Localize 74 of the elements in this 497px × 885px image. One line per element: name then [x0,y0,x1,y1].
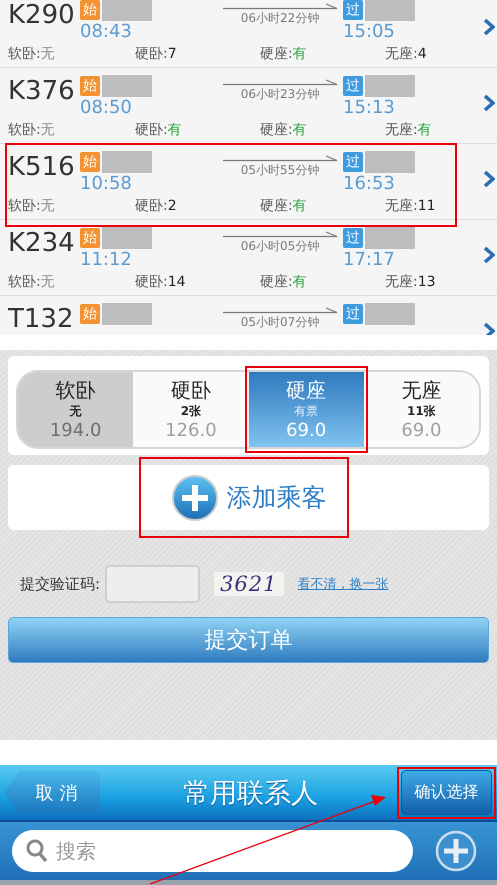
submit-order-button[interactable]: 提交订单 [8,617,489,663]
stop-badge: 过 [343,76,363,96]
travel-duration: 06小时22分钟 [240,10,320,26]
train-number: K376 [7,76,76,106]
search-icon [26,839,48,863]
arrival-time: 17:17 [343,248,396,272]
chevron-right-icon[interactable] [483,18,495,36]
plus-icon [170,474,218,522]
chevron-right-icon[interactable] [483,246,495,264]
seat-availability: 硬座:有 [260,121,308,140]
seat-availability: 硬座:有 [260,273,308,292]
seat-availability: 软卧:无 [8,45,56,64]
departure-time: 10:58 [80,172,133,196]
redacted-station [102,151,152,173]
seat-availability: 硬座:有 [260,45,308,64]
stop-badge: 过 [343,0,363,20]
origin-badge: 始 [80,304,100,324]
travel-duration: 06小时05分钟 [240,238,320,254]
origin-badge: 始 [80,0,100,20]
seat-class-option[interactable]: 无座 11张 69.0 [364,372,479,447]
captcha-input[interactable] [105,565,200,603]
add-contact-icon[interactable] [435,830,477,872]
seat-availability: 无座:有 [385,121,433,140]
departure-time: 08:43 [80,20,133,44]
arrival-time: 16:53 [343,172,396,196]
page-title: 常用联系人 [183,776,318,810]
seat-availability: 无座:4 [385,45,428,64]
seat-availability: 无座:13 [385,273,437,292]
confirm-selection-button[interactable]: 确认选择 [401,770,492,815]
origin-badge: 始 [80,76,100,96]
redacted-station [365,0,415,21]
redacted-station [102,303,152,325]
refresh-captcha-link[interactable]: 看不清，换一张 [298,575,389,593]
redacted-station [365,227,415,249]
cancel-button[interactable]: 取 消 [5,771,100,814]
seat-availability: 硬座:有 [260,197,308,216]
arrival-time: 15:13 [343,96,396,120]
redacted-station [365,151,415,173]
train-number: T132 [6,304,75,334]
travel-duration: 05小时07分钟 [240,314,320,330]
chevron-right-icon[interactable] [483,170,495,188]
train-number: K290 [7,0,76,30]
captcha-label: 提交验证码: [20,574,100,594]
departure-time: 11:12 [80,248,133,272]
stop-badge: 过 [343,152,363,172]
redacted-station [365,75,415,97]
seat-availability: 硬卧:14 [135,273,187,292]
origin-badge: 始 [80,152,100,172]
seat-availability: 硬卧:有 [135,121,183,140]
stop-badge: 过 [343,304,363,324]
chevron-right-icon[interactable] [483,94,495,112]
arrival-time: 15:05 [343,20,396,44]
seat-availability: 软卧:无 [8,197,56,216]
seat-class-option[interactable]: 硬卧 2张 126.0 [133,372,248,447]
seat-availability: 软卧:无 [8,121,56,140]
redacted-station [102,0,152,21]
train-number: K516 [7,152,76,182]
origin-badge: 始 [80,228,100,248]
redacted-station [365,303,415,325]
travel-duration: 05小时55分钟 [240,162,320,178]
seat-availability: 软卧:无 [8,273,56,292]
chevron-right-icon[interactable] [483,322,495,335]
seat-availability: 无座:11 [385,197,437,216]
seat-availability: 硬卧:2 [135,197,178,216]
search-field[interactable]: 搜索 [12,830,413,872]
stop-badge: 过 [343,228,363,248]
travel-duration: 06小时23分钟 [240,86,320,102]
seat-class-option[interactable]: 硬座 有票 69.0 [248,372,364,447]
train-number: K234 [7,228,76,258]
departure-time: 08:50 [80,96,133,120]
captcha-code: 3621 [214,572,284,596]
seat-availability: 硬卧:7 [135,45,178,64]
redacted-station [102,227,152,249]
redacted-station [102,75,152,97]
